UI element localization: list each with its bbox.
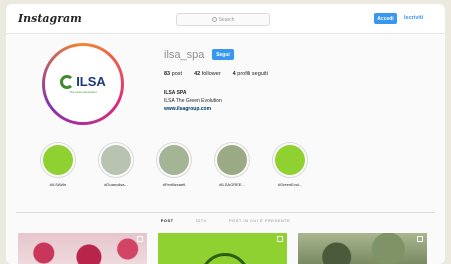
following-count: 4 xyxy=(232,71,236,77)
ilsa-logo-tagline: The Green Evolution xyxy=(69,90,97,94)
profile-avatar[interactable]: ILSA The Green Evolution xyxy=(42,43,124,125)
highlight-item[interactable]: #ILSAWe xyxy=(40,142,76,187)
highlight-item[interactable]: #Guanoilsa... xyxy=(98,142,134,187)
followers-count: 42 xyxy=(194,71,201,77)
instagram-window: Instagram Search Accedi Iscriviti ILSA T… xyxy=(6,4,445,264)
followers-stat[interactable]: 42 follower xyxy=(194,71,221,77)
highlight-label: #ILSAWe xyxy=(49,182,67,187)
tab-posts[interactable]: POST xyxy=(161,218,174,223)
highlight-label: #Guanoilsa... xyxy=(104,182,128,187)
tab-igtv[interactable]: IGTV xyxy=(196,218,207,223)
top-navigation-bar: Instagram Search Accedi Iscriviti xyxy=(6,4,445,34)
search-icon xyxy=(211,17,217,22)
avatar-image: ILSA The Green Evolution xyxy=(45,46,121,122)
highlight-circle xyxy=(272,142,308,178)
profile-divider xyxy=(16,212,435,213)
followers-label: follower xyxy=(201,71,221,77)
highlight-cover xyxy=(43,145,73,175)
ilsa-logo-text: ILSA xyxy=(76,74,106,89)
highlight-label: #GreenEvol... xyxy=(277,182,303,187)
profile-username: ilsa_spa xyxy=(164,49,205,61)
multiple-images-icon xyxy=(417,236,423,242)
highlight-cover xyxy=(275,145,305,175)
posts-count-label: post xyxy=(171,71,183,77)
search-input[interactable]: Search xyxy=(176,13,270,26)
highlight-cover xyxy=(159,145,189,175)
tab-tagged[interactable]: POST IN CUI È PRESENTE xyxy=(229,218,290,223)
highlight-item[interactable]: #GreenEvol... xyxy=(272,142,308,187)
highlight-item[interactable]: #ILSAGREE... xyxy=(214,142,250,187)
post-thumbnail[interactable] xyxy=(18,233,147,264)
ilsa-logo: ILSA xyxy=(60,74,106,89)
multiple-images-icon xyxy=(277,236,283,242)
highlight-item[interactable]: #Fertilizzanti xyxy=(156,142,192,187)
post-thumbnail[interactable] xyxy=(158,233,287,264)
highlight-circle xyxy=(156,142,192,178)
login-button[interactable]: Accedi xyxy=(374,13,397,24)
highlight-circle xyxy=(40,142,76,178)
bio-description: ILSA The Green Evolution xyxy=(164,98,222,104)
posts-count-stat: 83 post xyxy=(164,71,182,77)
post-thumbnail[interactable] xyxy=(298,233,427,264)
bio-website-link[interactable]: www.ilsagroup.com xyxy=(164,106,211,112)
ilsa-logo-mark-icon xyxy=(60,74,75,89)
profile-stats: 83 post 42 follower 4 profili seguiti xyxy=(164,71,268,77)
posts-count: 83 xyxy=(164,71,171,77)
highlight-circle xyxy=(98,142,134,178)
highlight-label: #ILSAGREE... xyxy=(219,182,245,187)
highlight-label: #Fertilizzanti xyxy=(162,182,186,187)
bio-name: ILSA SPA xyxy=(164,90,187,96)
multiple-images-icon xyxy=(137,236,143,242)
follow-button[interactable]: Segui xyxy=(212,49,234,60)
following-label: profili seguiti xyxy=(237,71,268,77)
highlight-cover xyxy=(217,145,247,175)
profile-tabs: POST IGTV POST IN CUI È PRESENTE xyxy=(6,218,445,223)
highlight-cover xyxy=(101,145,131,175)
search-placeholder: Search xyxy=(218,16,235,23)
signup-link[interactable]: Iscriviti xyxy=(404,15,423,21)
following-stat[interactable]: 4 profili seguiti xyxy=(233,71,268,77)
instagram-logo[interactable]: Instagram xyxy=(18,12,82,25)
highlight-circle xyxy=(214,142,250,178)
story-highlights: #ILSAWe #Guanoilsa... #Fertilizzanti #IL… xyxy=(40,142,308,187)
posts-grid xyxy=(18,233,427,264)
